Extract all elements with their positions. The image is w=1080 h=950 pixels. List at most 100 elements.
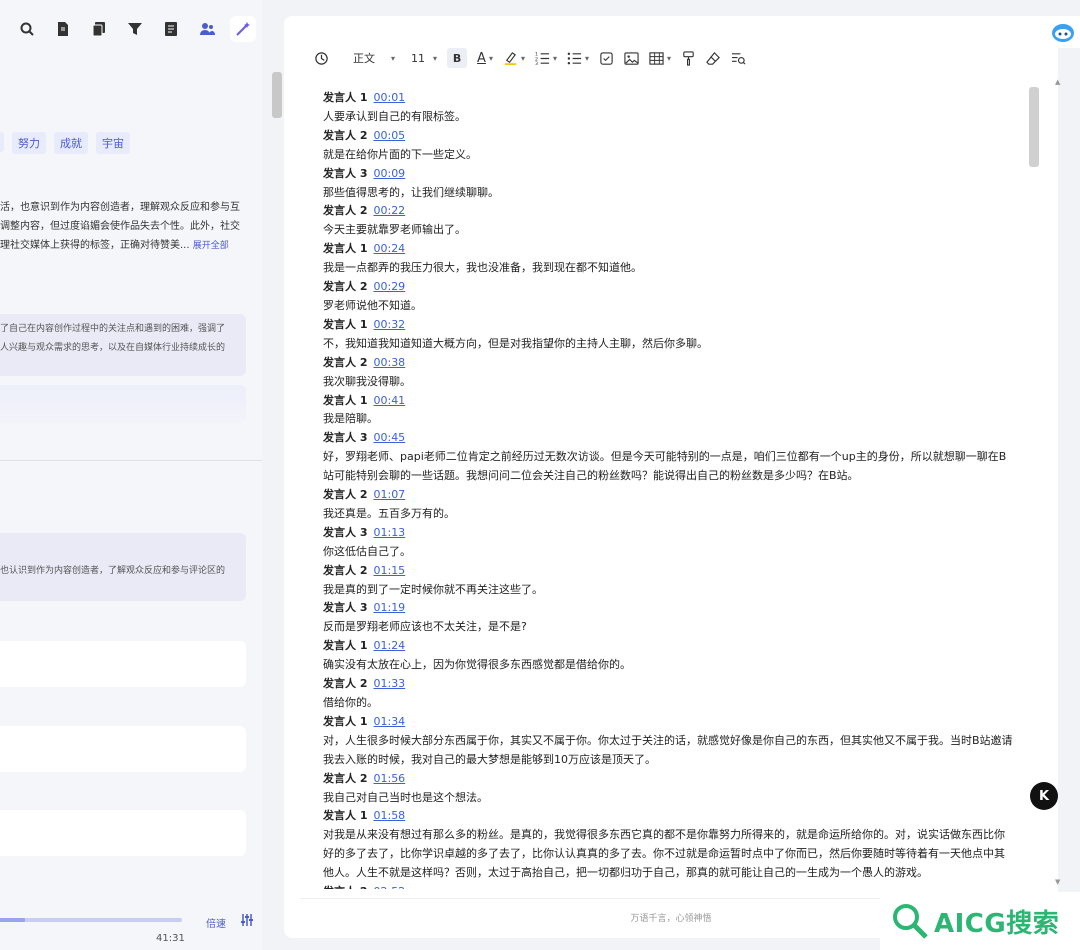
utterance-text[interactable]: 我自己对自己当时也是这个想法。 [323, 789, 1013, 808]
timestamp-link[interactable]: 01:56 [373, 772, 405, 785]
utterance-text[interactable]: 那些值得思考的，让我们继续聊聊。 [323, 184, 1013, 203]
tag[interactable]: 宇宙 [96, 132, 130, 154]
highlight-button[interactable]: ▾ [503, 48, 525, 68]
chapter-card[interactable]: 了自己在内容创作过程中的关注点和遇到的困难，强调了 人兴趣与观众需求的思考，以及… [0, 314, 246, 376]
utterance-text[interactable]: 就是在给你片面的下一些定义。 [323, 146, 1013, 165]
speaker-label[interactable]: 发言人 2 [323, 488, 367, 501]
speaker-label[interactable]: 发言人 3 [323, 167, 367, 180]
tag[interactable]: 成就 [54, 132, 88, 154]
scroll-up-arrow[interactable]: ▲ [1055, 78, 1060, 86]
eraser-icon[interactable] [706, 48, 721, 68]
table-button[interactable]: ▾ [649, 48, 671, 68]
expand-all-link[interactable]: 展开全部 [193, 241, 229, 251]
utterance-text[interactable]: 罗老师说他不知道。 [323, 297, 1013, 316]
speaker-label[interactable]: 发言人 3 [323, 431, 367, 444]
utterance-text[interactable]: 今天主要就靠罗老师输出了。 [323, 221, 1013, 240]
utterance-text[interactable]: 人要承认到自己的有限标签。 [323, 108, 1013, 127]
timestamp-link[interactable]: 01:19 [373, 601, 405, 614]
speaker-label[interactable]: 发言人 2 [323, 204, 367, 217]
paragraph-style-select[interactable]: 正文 ▾ [353, 48, 395, 68]
utterance-text[interactable]: 对，人生很多时候大部分东西属于你，其实又不属于你。你太过于关注的话，就感觉好像是… [323, 732, 1013, 770]
timestamp-link[interactable]: 00:24 [373, 242, 405, 255]
lesson-icon[interactable] [158, 16, 184, 42]
speaker-label[interactable]: 发言人 2 [323, 677, 367, 690]
playback-speed-button[interactable]: 倍速 [206, 915, 226, 930]
speaker-label[interactable]: 发言人 1 [323, 809, 367, 822]
copy-icon[interactable] [86, 16, 112, 42]
utterance-text[interactable]: 我是一点都弄的我压力很大，我也没准备，我到现在都不知道他。 [323, 259, 1013, 278]
utterance-text[interactable]: 你这低估自己了。 [323, 543, 1013, 562]
speaker-label[interactable]: 发言人 1 [323, 318, 367, 331]
speaker-label[interactable]: 发言人 1 [323, 242, 367, 255]
speaker-label[interactable]: 发言人 2 [323, 772, 367, 785]
utterance-text[interactable]: 我还真是。五百多万有的。 [323, 505, 1013, 524]
speaker-label[interactable]: 发言人 2 [323, 129, 367, 142]
speaker-label[interactable]: 发言人 1 [323, 394, 367, 407]
history-icon[interactable] [314, 48, 329, 68]
timestamp-link[interactable]: 01:07 [373, 488, 405, 501]
utterance-text[interactable]: 确实没有太放在心上，因为你觉得很多东西感觉都是借给你的。 [323, 656, 1013, 675]
timestamp-link[interactable]: 00:05 [373, 129, 405, 142]
transcript-body[interactable]: 发言人 1 00:01 人要承认到自己的有限标签。发言人 2 00:05 就是在给你片面… [323, 89, 1013, 889]
k-badge-icon[interactable]: K [1030, 782, 1058, 810]
utterance-text[interactable]: 对我是从来没有想过有那么多的粉丝。是真的，我觉得很多东西它真的都不是你靠努力所得… [323, 826, 1013, 883]
utterance-text[interactable]: 借给你的。 [323, 694, 1013, 713]
utterance-text[interactable]: 我次聊我没得聊。 [323, 373, 1013, 392]
qa-card[interactable] [0, 810, 246, 856]
utterance-text[interactable]: 我是真的到了一定时候你就不再关注这些了。 [323, 581, 1013, 600]
timestamp-link[interactable]: 00:09 [373, 167, 405, 180]
qa-card[interactable] [0, 726, 246, 772]
timestamp-link[interactable]: 02:52 [373, 885, 405, 889]
editor-scrollbar[interactable] [1029, 87, 1039, 167]
timestamp-link[interactable]: 00:22 [373, 204, 405, 217]
timestamp-link[interactable]: 01:33 [373, 677, 405, 690]
magic-wand-icon[interactable] [230, 16, 256, 42]
format-painter-icon[interactable] [681, 48, 696, 68]
tag-partial[interactable] [0, 132, 4, 152]
speaker-label[interactable]: 发言人 2 [323, 885, 367, 889]
timestamp-link[interactable]: 01:15 [373, 564, 405, 577]
audio-progress-bar[interactable] [0, 918, 182, 922]
image-icon[interactable] [624, 48, 639, 68]
search-icon[interactable] [14, 16, 40, 42]
bold-button[interactable]: B [447, 48, 468, 68]
checkbox-icon[interactable] [599, 48, 614, 68]
utterance-text[interactable]: 不，我知道我知道知道大概方向，但是对我指望你的主持人主聊，然后你多聊。 [323, 335, 1013, 354]
scroll-down-arrow[interactable]: ▼ [1055, 878, 1060, 886]
utterance-text[interactable]: 反而是罗翔老师应该也不太关注，是不是? [323, 618, 1013, 637]
timestamp-link[interactable]: 01:13 [373, 526, 405, 539]
speakers-icon[interactable] [194, 16, 220, 42]
utterance-text[interactable]: 我是陪聊。 [323, 410, 1013, 429]
qa-card[interactable] [0, 641, 246, 687]
timestamp-link[interactable]: 00:45 [373, 431, 405, 444]
timestamp-link[interactable]: 01:34 [373, 715, 405, 728]
speaker-label[interactable]: 发言人 3 [323, 526, 367, 539]
filter-icon[interactable] [122, 16, 148, 42]
timestamp-link[interactable]: 00:01 [373, 91, 405, 104]
chapter-card[interactable] [0, 385, 246, 423]
speaker-label[interactable]: 发言人 1 [323, 715, 367, 728]
timestamp-link[interactable]: 00:32 [373, 318, 405, 331]
timestamp-link[interactable]: 01:58 [373, 809, 405, 822]
speaker-label[interactable]: 发言人 3 [323, 601, 367, 614]
speaker-label[interactable]: 发言人 2 [323, 564, 367, 577]
font-color-button[interactable]: A ▾ [477, 48, 493, 68]
assistant-robot-icon[interactable] [1046, 16, 1080, 48]
bullet-list-button[interactable]: ▾ [567, 48, 589, 68]
speaker-label[interactable]: 发言人 2 [323, 280, 367, 293]
chapter-card[interactable]: 也认识到作为内容创造者，了解观众反应和参与评论区的 [0, 533, 246, 601]
timestamp-link[interactable]: 00:41 [373, 394, 405, 407]
find-replace-icon[interactable] [731, 48, 746, 68]
font-size-select[interactable]: 11 ▾ [411, 48, 437, 68]
speaker-label[interactable]: 发言人 1 [323, 639, 367, 652]
ordered-list-button[interactable]: 1 2 3 ▾ [535, 48, 557, 68]
speaker-label[interactable]: 发言人 1 [323, 91, 367, 104]
document-icon[interactable] [50, 16, 76, 42]
utterance-text[interactable]: 好，罗翔老师、papi老师二位肯定之前经历过无数次访谈。但是今天可能特别的一点是… [323, 448, 1013, 486]
timestamp-link[interactable]: 01:24 [373, 639, 405, 652]
left-scrollbar[interactable] [272, 72, 282, 118]
timestamp-link[interactable]: 00:29 [373, 280, 405, 293]
speaker-label[interactable]: 发言人 2 [323, 356, 367, 369]
tag[interactable]: 努力 [12, 132, 46, 154]
equalizer-icon[interactable] [240, 913, 254, 927]
